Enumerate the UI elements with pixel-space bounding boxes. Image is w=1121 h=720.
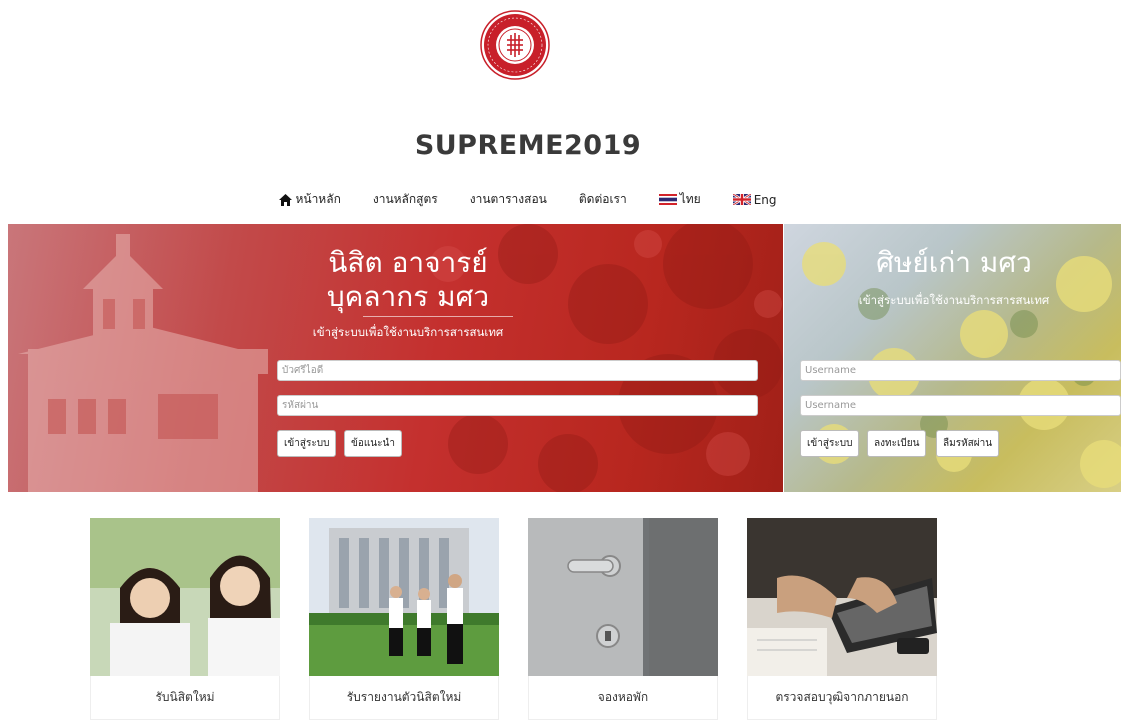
card-label: รับรายงานตัวนิสิตใหม่ xyxy=(309,676,499,720)
alumni-subtitle: เข้าสู่ระบบเพื่อใช้งานบริการสารสนเทศ xyxy=(858,293,1050,307)
alumni-password-input[interactable] xyxy=(800,395,1121,416)
advice-button[interactable]: ข้อแนะนำ xyxy=(344,430,402,457)
card-new-student-report[interactable]: รับรายงานตัวนิสิตใหม่ xyxy=(309,518,499,720)
nav-home[interactable]: หน้าหลัก xyxy=(279,190,341,209)
site-title: SUPREME2019 xyxy=(414,130,642,161)
title-divider xyxy=(363,316,513,317)
nav-timetable[interactable]: งานตารางสอน xyxy=(470,190,547,209)
card-label: จองหอพัก xyxy=(528,676,718,720)
card-dormitory[interactable]: จองหอพัก xyxy=(528,518,718,720)
staff-title-line2: บุคลากร มศว xyxy=(326,280,490,313)
register-button[interactable]: ลงทะเบียน xyxy=(867,430,927,457)
alumni-login-panel: ศิษย์เก่า มศว เข้าสู่ระบบเพื่อใช้งานบริก… xyxy=(784,224,1121,492)
card-degree-verification[interactable]: ตรวจสอบวุฒิจากภายนอก xyxy=(747,518,937,720)
alumni-title: ศิษย์เก่า มศว xyxy=(876,246,1032,279)
laptop-typing-photo xyxy=(747,518,937,676)
alumni-login-button[interactable]: เข้าสู่ระบบ xyxy=(800,430,860,457)
staff-title-block: นิสิต อาจารย์ บุคลากร มศว xyxy=(8,246,783,314)
door-handle-photo xyxy=(528,518,718,676)
nav-contact[interactable]: ติดต่อเรา xyxy=(579,190,627,209)
forgot-password-button[interactable]: ลืมรหัสผ่าน xyxy=(936,430,1000,457)
nav-lang-thai[interactable]: ไทย xyxy=(658,190,701,209)
staff-subtitle: เข้าสู่ระบบเพื่อใช้งานบริการสารสนเทศ xyxy=(312,325,504,339)
thai-flag-icon xyxy=(658,194,677,205)
staff-title-line1: นิสิต อาจารย์ xyxy=(328,246,488,279)
nav-contact-label: ติดต่อเรา xyxy=(578,192,627,206)
staff-login-panel: นิสิต อาจารย์ บุคลากร มศว เข้าสู่ระบบเพื… xyxy=(8,224,783,492)
alumni-username-input[interactable] xyxy=(800,360,1121,381)
nav-curriculum-label: งานหลักสูตร xyxy=(372,192,438,206)
campus-students-photo xyxy=(309,518,499,676)
nav-timetable-label: งานตารางสอน xyxy=(469,192,547,206)
nav-lang-thai-label: ไทย xyxy=(679,192,701,206)
university-seal-logo xyxy=(480,10,550,80)
service-cards: รับนิสิตใหม่ รับรายงานตัวนิสิตใหม่ จองหอ… xyxy=(90,518,970,720)
nav-lang-english-label: Eng xyxy=(753,192,777,207)
nav-lang-english[interactable]: Eng xyxy=(732,192,777,207)
staff-password-input[interactable] xyxy=(277,395,758,416)
card-label: ตรวจสอบวุฒิจากภายนอก xyxy=(747,676,937,720)
uk-flag-icon xyxy=(732,194,751,205)
new-students-photo xyxy=(90,518,280,676)
main-nav: หน้าหลัก งานหลักสูตร งานตารางสอน ติดต่อเ… xyxy=(0,190,1056,209)
card-new-students[interactable]: รับนิสิตใหม่ xyxy=(90,518,280,720)
home-icon xyxy=(279,193,293,206)
buasri-id-input[interactable] xyxy=(277,360,758,381)
card-label: รับนิสิตใหม่ xyxy=(90,676,280,720)
staff-login-button[interactable]: เข้าสู่ระบบ xyxy=(277,430,337,457)
nav-home-label: หน้าหลัก xyxy=(295,192,341,206)
nav-curriculum[interactable]: งานหลักสูตร xyxy=(373,190,438,209)
